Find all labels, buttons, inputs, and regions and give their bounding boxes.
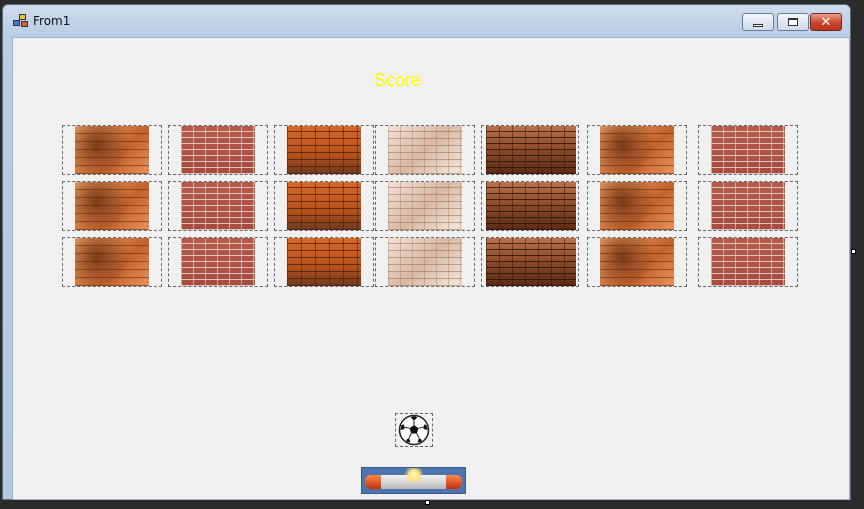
brick-texture-image <box>75 182 149 230</box>
brick <box>375 125 475 175</box>
brick <box>481 125 579 175</box>
paddle-picturebox[interactable] <box>361 467 466 494</box>
brick <box>481 237 579 287</box>
maximize-icon <box>788 18 798 26</box>
brick-texture-image <box>486 126 576 174</box>
resize-handle-bottom[interactable] <box>425 500 430 505</box>
brick <box>481 181 579 231</box>
brick <box>168 181 268 231</box>
brick <box>62 125 162 175</box>
brick <box>587 125 687 175</box>
app-icon[interactable] <box>13 14 29 28</box>
brick <box>274 237 374 287</box>
brick-texture-image <box>287 126 361 174</box>
resize-handle-right[interactable] <box>851 249 856 254</box>
brick-texture-image <box>181 182 255 230</box>
maximize-button[interactable] <box>777 13 809 31</box>
brick <box>62 181 162 231</box>
close-icon: ✕ <box>820 14 832 30</box>
brick-texture-image <box>388 238 462 286</box>
brick-texture-image <box>711 126 785 174</box>
brick <box>698 181 798 231</box>
brick <box>587 181 687 231</box>
window-title: From1 <box>33 14 71 28</box>
minimize-button[interactable] <box>742 13 774 31</box>
brick <box>168 125 268 175</box>
score-label: Score <box>374 70 422 90</box>
paddle-right-cap <box>446 475 462 489</box>
brick-texture-image <box>181 126 255 174</box>
brick <box>62 237 162 287</box>
brick-texture-image <box>600 238 674 286</box>
brick <box>698 237 798 287</box>
paddle-left-cap <box>365 475 381 489</box>
close-button[interactable]: ✕ <box>810 13 842 31</box>
title-bar[interactable]: From1 ✕ <box>3 5 850 35</box>
soccer-ball-icon <box>398 414 430 446</box>
brick-texture-image <box>486 238 576 286</box>
brick-texture-image <box>486 182 576 230</box>
brick-texture-image <box>600 182 674 230</box>
brick-texture-image <box>75 238 149 286</box>
brick-texture-image <box>181 238 255 286</box>
brick <box>168 237 268 287</box>
brick-texture-image <box>711 238 785 286</box>
minimize-icon <box>753 23 763 27</box>
brick-texture-image <box>600 126 674 174</box>
brick-texture-image <box>388 126 462 174</box>
brick-texture-image <box>388 182 462 230</box>
brick-texture-image <box>287 238 361 286</box>
brick <box>375 237 475 287</box>
brick-texture-image <box>75 126 149 174</box>
brick <box>375 181 475 231</box>
brick <box>274 181 374 231</box>
paddle-glow <box>402 468 426 482</box>
brick <box>587 237 687 287</box>
brick-texture-image <box>287 182 361 230</box>
ball-picturebox[interactable] <box>395 413 433 447</box>
brick <box>274 125 374 175</box>
brick <box>698 125 798 175</box>
brick-texture-image <box>711 182 785 230</box>
